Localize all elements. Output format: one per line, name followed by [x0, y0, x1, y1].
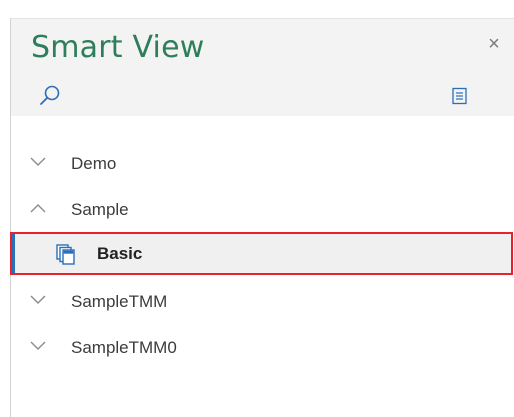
tree-item-sampletmm0[interactable]: SampleTMM0: [11, 324, 514, 370]
selection-accent-bar: [12, 234, 15, 273]
panel-header: Smart View ×: [11, 18, 514, 77]
chevron-up-icon[interactable]: [30, 202, 46, 214]
connection-tree: Demo Sample Basic SampleTMM SampleTMM0: [10, 140, 514, 370]
app-window: Smart View × Demo Sample Basic SampleTMM…: [0, 0, 514, 417]
tree-item-sampletmm[interactable]: SampleTMM: [11, 278, 514, 324]
options-button[interactable]: [451, 87, 469, 105]
list-menu-icon: [452, 87, 467, 105]
chevron-down-icon[interactable]: [30, 294, 46, 306]
chevron-down-icon[interactable]: [30, 340, 46, 352]
panel-toolbar: [11, 76, 514, 116]
cube-document-icon: [56, 244, 75, 265]
tree-item-basic[interactable]: Basic: [10, 232, 514, 278]
search-icon: [40, 85, 60, 105]
tree-item-label: SampleTMM: [71, 292, 168, 311]
tree-item-label: Sample: [71, 200, 129, 219]
close-button[interactable]: ×: [483, 33, 505, 55]
chevron-down-icon[interactable]: [30, 156, 46, 168]
search-button[interactable]: [37, 83, 63, 109]
tree-item-label: Basic: [97, 244, 143, 263]
tree-item-demo[interactable]: Demo: [11, 140, 514, 186]
top-strip: [0, 0, 514, 10]
selection-highlight: [10, 232, 513, 275]
smart-view-panel: Smart View × Demo Sample Basic SampleTMM…: [10, 18, 514, 417]
panel-title: Smart View: [31, 30, 205, 65]
tree-item-label: SampleTMM0: [71, 338, 177, 357]
tree-item-label: Demo: [71, 154, 117, 173]
tree-item-sample[interactable]: Sample: [11, 186, 514, 232]
